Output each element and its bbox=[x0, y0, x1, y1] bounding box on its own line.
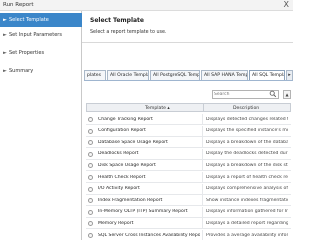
column-divider bbox=[202, 125, 203, 137]
template-description: Show instance indexes fragmentation dat bbox=[206, 197, 288, 203]
template-name: Configuration Report bbox=[98, 128, 146, 134]
row-radio-button[interactable] bbox=[88, 163, 93, 169]
search-icon[interactable] bbox=[269, 90, 277, 98]
column-divider bbox=[202, 160, 203, 172]
tab-all-templates[interactable]: plates bbox=[84, 70, 106, 80]
chevron-right-icon: ► bbox=[3, 68, 7, 74]
column-divider bbox=[202, 148, 203, 160]
table-row[interactable]: Change Tracking Report Displays detected … bbox=[86, 114, 291, 125]
column-header-template[interactable]: Template ▴ bbox=[145, 106, 170, 111]
template-description: Displays detected changes related to ins… bbox=[206, 116, 288, 122]
grid-header: Template ▴ Description bbox=[86, 103, 291, 112]
column-divider bbox=[202, 218, 203, 230]
table-row[interactable]: Configuration Report Displays the specifi… bbox=[86, 125, 291, 137]
column-divider bbox=[202, 172, 203, 183]
template-name: Memory Report bbox=[98, 220, 134, 226]
main-panel: Select Template Select a report template… bbox=[82, 11, 293, 240]
template-name: Change Tracking Report bbox=[98, 116, 153, 122]
chevron-right-icon: ► bbox=[3, 32, 7, 38]
column-divider bbox=[202, 206, 203, 218]
tab-sql-server[interactable]: All SQL Templa bbox=[249, 70, 285, 80]
table-row[interactable]: Database Space Usage Report Displays a br… bbox=[86, 137, 291, 149]
template-grid: Template ▴ Description Change Tracking R… bbox=[86, 103, 291, 240]
window-title: Run Report bbox=[3, 2, 34, 8]
step-label: Set Input Parameters bbox=[9, 31, 62, 38]
table-row[interactable]: In-Memory OLTP (ITP) Summary Report Displ… bbox=[86, 206, 291, 218]
title-bar: Run Report X bbox=[0, 0, 293, 11]
row-radio-button[interactable] bbox=[88, 233, 93, 238]
tab-sap-hana[interactable]: All SAP HANA Templates bbox=[201, 70, 248, 80]
table-row[interactable]: SQL Server Cross Instances Availability … bbox=[86, 230, 291, 240]
row-radio-button[interactable] bbox=[88, 128, 93, 134]
row-radio-button[interactable] bbox=[88, 221, 93, 227]
chevron-right-icon: ► bbox=[3, 17, 7, 23]
table-row[interactable]: Health Check Report Displays a report of … bbox=[86, 172, 291, 183]
wizard-steps: ► Select Template ► Set Input Parameters… bbox=[0, 11, 82, 240]
table-row[interactable]: Deadlocks Report Display the deadlocks de… bbox=[86, 148, 291, 160]
step-summary[interactable]: ► Summary bbox=[0, 64, 82, 78]
scroll-up-icon[interactable]: ▲ bbox=[283, 90, 291, 99]
template-name: Index Fragmentation Report bbox=[98, 197, 163, 203]
column-divider bbox=[202, 114, 203, 125]
template-description: Displays comprehensive analysis of I/O a… bbox=[206, 186, 288, 192]
template-name: Disk Space Usage Report bbox=[98, 162, 156, 168]
divider bbox=[82, 42, 293, 43]
step-label: Summary bbox=[9, 67, 34, 74]
template-description: Displays the specified instance's most u… bbox=[206, 128, 288, 134]
tab-postgresql[interactable]: All PostgreSQL Templates bbox=[150, 70, 200, 80]
template-name: In-Memory OLTP (ITP) Summary Report bbox=[98, 209, 188, 215]
template-name: Health Check Report bbox=[98, 174, 146, 180]
table-row[interactable]: Disk Space Usage Report Displays a breakd… bbox=[86, 160, 291, 172]
row-radio-button[interactable] bbox=[88, 175, 93, 180]
column-divider bbox=[202, 183, 203, 195]
row-radio-button[interactable] bbox=[88, 209, 93, 215]
template-description: Displays information gathered for In-Mem bbox=[206, 209, 288, 215]
template-name: Database Space Usage Report bbox=[98, 139, 168, 145]
search-input[interactable] bbox=[214, 91, 268, 98]
template-name: Deadlocks Report bbox=[98, 151, 139, 157]
template-description: Displays a breakdown of the database sp bbox=[206, 139, 288, 145]
page-title: Select Template bbox=[90, 17, 144, 24]
column-divider bbox=[202, 195, 203, 207]
template-name: SQL Server Cross Instances Availability … bbox=[98, 232, 200, 238]
row-radio-button[interactable] bbox=[88, 140, 93, 146]
search-box bbox=[212, 90, 279, 99]
close-icon[interactable]: X bbox=[284, 0, 289, 10]
row-radio-button[interactable] bbox=[88, 151, 93, 157]
step-label: Set Properties bbox=[9, 49, 45, 56]
template-description: Displays a breakdown of the disk storage bbox=[206, 162, 288, 168]
table-row[interactable]: Memory Report Displays a detailed report … bbox=[86, 218, 291, 230]
template-tabs: plates All Oracle Templates All PostgreS… bbox=[84, 69, 293, 81]
row-radio-button[interactable] bbox=[88, 117, 93, 122]
step-set-properties[interactable]: ► Set Properties bbox=[0, 46, 82, 60]
table-row[interactable]: I/O Activity Report Displays comprehensiv… bbox=[86, 183, 291, 195]
column-divider bbox=[202, 230, 203, 240]
row-radio-button[interactable] bbox=[88, 198, 93, 204]
template-description: Provides a average availability informat… bbox=[206, 232, 288, 238]
column-divider bbox=[202, 137, 203, 149]
table-row[interactable]: Index Fragmentation Report Show instance … bbox=[86, 195, 291, 207]
template-description: Displays a report of health check recomm bbox=[206, 174, 288, 180]
template-description: Displays a detailed report regarding mem bbox=[206, 220, 288, 226]
step-set-input-parameters[interactable]: ► Set Input Parameters bbox=[0, 28, 82, 42]
template-description: Display the deadlocks detected during a … bbox=[206, 151, 288, 157]
template-name: I/O Activity Report bbox=[98, 186, 140, 192]
instruction-text: Select a report template to use. bbox=[90, 30, 167, 35]
tab-oracle[interactable]: All Oracle Templates bbox=[107, 70, 149, 80]
step-select-template[interactable]: ► Select Template bbox=[0, 13, 82, 27]
row-radio-button[interactable] bbox=[88, 186, 93, 192]
column-divider bbox=[203, 104, 204, 112]
tab-scroll-right-icon[interactable]: ▸ bbox=[286, 70, 293, 80]
chevron-right-icon: ► bbox=[3, 50, 7, 56]
column-header-description[interactable]: Description bbox=[233, 106, 259, 111]
step-label: Select Template bbox=[9, 16, 49, 23]
